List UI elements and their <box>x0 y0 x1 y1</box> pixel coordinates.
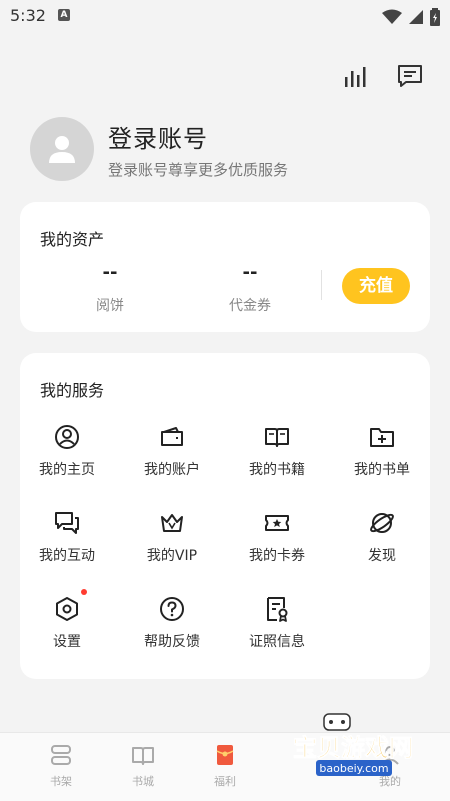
asset-value: -- <box>102 262 118 283</box>
message-icon <box>398 65 422 87</box>
red-envelope-icon <box>216 745 234 765</box>
nav-welfare[interactable]: 福利 <box>195 743 255 789</box>
settings-hex-icon <box>56 597 78 621</box>
avatar[interactable] <box>30 117 94 181</box>
asset-voucher[interactable]: -- 代金券 <box>190 262 310 315</box>
wallet-icon <box>161 427 183 446</box>
login-title[interactable]: 登录账号 <box>108 119 208 154</box>
service-label: 我的书单 <box>354 462 410 478</box>
service-help-feedback[interactable]: 帮助反馈 <box>120 595 224 651</box>
watermark-title: 宝贝游戏网 <box>293 734 413 762</box>
profile-section[interactable]: 登录账号 登录账号尊享更多优质服务 <box>30 117 430 183</box>
service-my-interactions[interactable]: 我的互动 <box>15 509 119 565</box>
nav-label: 书架 <box>50 775 72 788</box>
service-label: 设置 <box>53 634 81 650</box>
service-my-cards[interactable]: 我的卡券 <box>225 509 329 565</box>
user-circle-icon <box>55 425 79 449</box>
help-icon <box>160 597 184 621</box>
nav-bookstore[interactable]: 书城 <box>113 743 173 789</box>
bookshelf-icon <box>51 745 71 765</box>
chat-icon <box>55 512 79 534</box>
service-settings[interactable]: 设置 <box>15 589 119 651</box>
wifi-icon <box>382 9 402 24</box>
stats-button[interactable] <box>342 62 370 90</box>
login-subtitle: 登录账号尊享更多优质服务 <box>108 161 289 179</box>
crown-icon <box>161 514 183 532</box>
service-label: 我的书籍 <box>249 462 305 478</box>
top-actions <box>342 62 424 90</box>
assets-title: 我的资产 <box>40 230 105 249</box>
folder-plus-icon <box>370 428 394 447</box>
battery-icon <box>430 8 440 26</box>
status-bar: 5:32 A <box>0 0 450 34</box>
status-a-badge: A <box>58 9 70 21</box>
service-label: 帮助反馈 <box>144 634 200 650</box>
service-my-vip[interactable]: 我的VIP <box>120 509 224 565</box>
service-label: 我的账户 <box>144 462 200 478</box>
nav-label: 书城 <box>132 775 154 788</box>
service-label: 我的主页 <box>39 462 95 478</box>
service-label: 发现 <box>368 548 396 564</box>
license-icon <box>267 597 288 622</box>
nav-bookshelf[interactable]: 书架 <box>31 743 91 789</box>
service-label: 我的卡券 <box>249 548 305 564</box>
asset-value: -- <box>242 262 258 283</box>
asset-label: 代金券 <box>229 298 271 314</box>
watermark-logo: 宝贝游戏网 baobeiy.com <box>293 713 413 776</box>
assets-card: 我的资产 -- 阅饼 -- 代金券 充值 <box>20 202 430 332</box>
service-my-homepage[interactable]: 我的主页 <box>15 423 119 479</box>
service-license-info[interactable]: 证照信息 <box>225 595 329 651</box>
planet-icon <box>370 513 394 533</box>
service-my-account[interactable]: 我的账户 <box>120 423 224 479</box>
notification-dot <box>81 589 87 595</box>
services-title: 我的服务 <box>40 381 105 400</box>
watermark-url: baobeiy.com <box>319 762 388 775</box>
asset-label: 阅饼 <box>96 298 124 314</box>
bookstore-icon <box>132 747 154 765</box>
nav-label: 福利 <box>214 775 236 788</box>
user-placeholder-icon <box>49 136 75 163</box>
signal-icon <box>409 10 423 24</box>
service-my-booklist[interactable]: 我的书单 <box>330 423 434 479</box>
asset-yuebing[interactable]: -- 阅饼 <box>50 262 170 315</box>
status-time: 5:32 <box>10 6 46 25</box>
service-label: 我的互动 <box>39 548 95 564</box>
ticket-icon <box>265 515 289 531</box>
bar-chart-icon <box>345 67 366 87</box>
service-label: 我的VIP <box>146 548 198 564</box>
status-icons <box>382 8 440 26</box>
book-icon <box>265 428 289 447</box>
service-discover[interactable]: 发现 <box>330 509 434 565</box>
message-button[interactable] <box>396 62 424 90</box>
recharge-button[interactable]: 充值 <box>342 268 410 304</box>
service-label: 证照信息 <box>249 634 305 650</box>
service-my-books[interactable]: 我的书籍 <box>225 423 329 479</box>
asset-divider <box>321 270 322 300</box>
services-card: 我的服务 我的主页 我的账户 我的书籍 我的书单 我的互动 我的VIP 我的卡券… <box>20 353 430 679</box>
